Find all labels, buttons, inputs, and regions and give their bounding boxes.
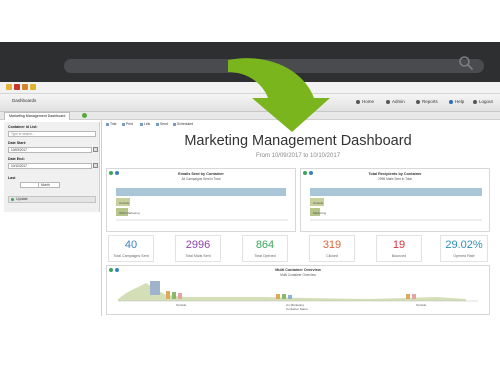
screenshot-frame: Dashboards Home Admin Reports Help Logou…	[0, 0, 500, 375]
arrow-icon	[228, 58, 330, 133]
